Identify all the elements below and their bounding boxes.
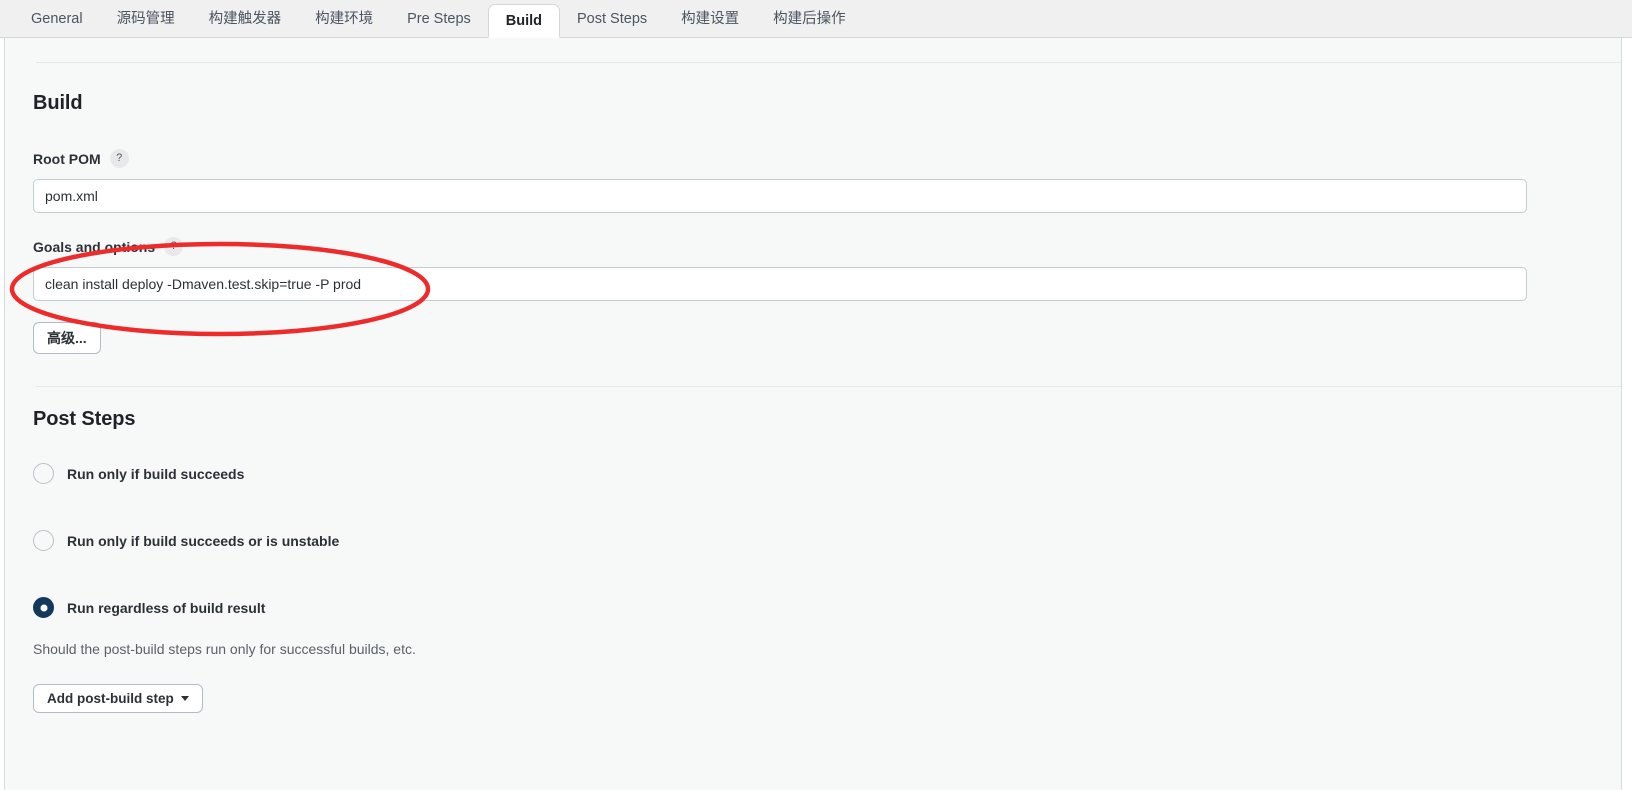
goals-label-row: Goals and options ? — [33, 237, 1593, 256]
root-pom-label-row: Root POM ? — [33, 149, 1593, 168]
advanced-button-label: 高级... — [47, 330, 87, 346]
build-section-title: Build — [33, 92, 83, 114]
tab-post-steps[interactable]: Post Steps — [560, 0, 664, 37]
advanced-button[interactable]: 高级... — [33, 322, 101, 354]
config-panel: Build Root POM ? Goals and options ? 高级.… — [4, 38, 1622, 790]
radio-icon[interactable] — [33, 463, 54, 484]
goals-and-options-label: Goals and options — [33, 238, 156, 255]
radio-label: Run only if build succeeds — [67, 465, 245, 482]
radio-run-regardless-of-build-result[interactable]: Run regardless of build result — [33, 597, 1593, 618]
radio-run-only-if-build-succeeds[interactable]: Run only if build succeeds — [33, 463, 1593, 484]
tab-source-code-management[interactable]: 源码管理 — [100, 0, 192, 37]
post-steps-section: Post Steps Run only if build succeeds Ru… — [5, 387, 1621, 713]
radio-run-only-if-build-succeeds-or-unstable[interactable]: Run only if build succeeds or is unstabl… — [33, 530, 1593, 551]
goals-and-options-input[interactable] — [33, 267, 1527, 301]
post-steps-help-text: Should the post-build steps run only for… — [33, 641, 416, 657]
radio-label: Run only if build succeeds or is unstabl… — [67, 532, 340, 549]
tab-pre-steps[interactable]: Pre Steps — [390, 0, 488, 37]
radio-icon-selected[interactable] — [33, 597, 54, 618]
config-tab-bar: General 源码管理 构建触发器 构建环境 Pre Steps Build … — [0, 0, 1632, 38]
tab-build-environment[interactable]: 构建环境 — [298, 0, 390, 37]
build-section: Build Root POM ? Goals and options ? 高级.… — [5, 63, 1621, 386]
help-icon[interactable]: ? — [109, 149, 129, 168]
radio-label: Run regardless of build result — [67, 599, 266, 616]
post-steps-section-title: Post Steps — [33, 408, 136, 430]
tab-general[interactable]: General — [14, 0, 100, 37]
add-post-build-step-label: Add post-build step — [47, 691, 174, 706]
tab-build-triggers[interactable]: 构建触发器 — [192, 0, 299, 37]
help-icon[interactable]: ? — [164, 237, 184, 256]
tab-post-build-actions[interactable]: 构建后操作 — [756, 0, 863, 37]
tab-build-settings[interactable]: 构建设置 — [664, 0, 756, 37]
root-pom-input[interactable] — [33, 179, 1527, 213]
root-pom-label: Root POM — [33, 150, 101, 167]
radio-icon[interactable] — [33, 530, 54, 551]
chevron-down-icon — [180, 696, 189, 701]
add-post-build-step-button[interactable]: Add post-build step — [33, 684, 203, 713]
tab-build[interactable]: Build — [487, 4, 561, 38]
